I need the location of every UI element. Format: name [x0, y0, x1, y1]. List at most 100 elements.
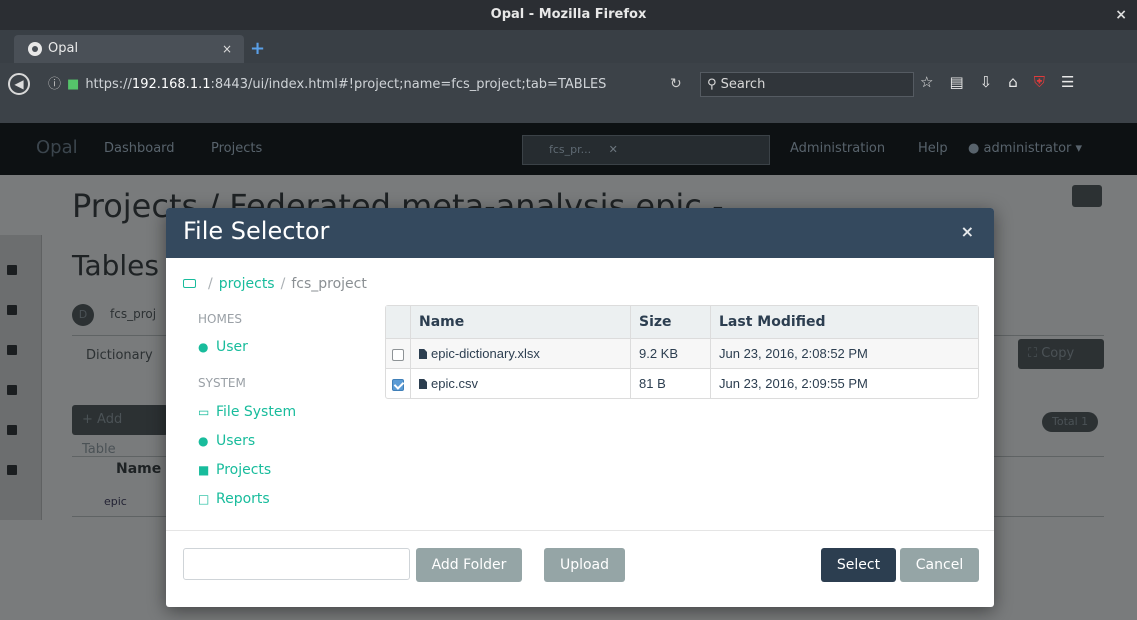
download-icon[interactable]: ⇩ [980, 73, 993, 95]
project-sidebar [0, 235, 42, 520]
search-chip-label: fcs_pr... [549, 143, 592, 156]
menu-icon[interactable]: ☰ [1061, 73, 1074, 95]
opal-app-header: Opal Dashboard Projects fcs_pr... ✕ Admi… [0, 123, 1137, 175]
toolbar-icons: ☆ ▤ ⇩ ⌂ ⛨ ☰ [920, 73, 1074, 95]
file-table-header: Name Size Last Modified [386, 306, 978, 338]
window-close-button[interactable]: × [1115, 0, 1127, 30]
name-header: Name [116, 461, 162, 477]
lock-sidebar-icon[interactable] [7, 425, 17, 435]
list-sidebar-icon[interactable] [7, 385, 17, 395]
upload-button[interactable]: Upload [544, 548, 625, 582]
nav-help[interactable]: Help [918, 141, 948, 156]
browser-navbar: ◀ ⓘ ■ https://192.168.1.1:8443/ui/index.ht… [0, 63, 1137, 123]
home-icon[interactable]: ⌂ [1008, 73, 1018, 95]
tab-close-button[interactable]: × [222, 35, 232, 63]
nav-projects[interactable]: Projects [211, 141, 262, 156]
nav-user-label: administrator [983, 141, 1072, 156]
homes-item-user[interactable]: ● User [198, 339, 248, 355]
opal-brand[interactable]: Opal [36, 137, 78, 158]
fullscreen-icon[interactable] [1072, 185, 1102, 207]
nav-administration[interactable]: Administration [790, 141, 885, 156]
system-item-label: Users [216, 433, 256, 449]
back-arrow-icon[interactable]: ◀ [8, 73, 30, 95]
table-row[interactable]: epic-dictionary.xlsx 9.2 KB Jun 23, 2016… [386, 338, 978, 368]
file-table: Name Size Last Modified epic-dictionary.… [385, 305, 979, 399]
system-item-users[interactable]: ● Users [198, 433, 255, 449]
table-row-epic[interactable]: epic [104, 495, 127, 508]
system-item-projects[interactable]: ■ Projects [198, 462, 271, 478]
row-checkbox-cell[interactable] [386, 368, 411, 398]
tables-title: Tables [72, 249, 159, 282]
file-sidebar-icon[interactable] [7, 345, 17, 355]
window-titlebar: Opal - Mozilla Firefox × [0, 0, 1137, 30]
breadcrumb-separator: / [208, 276, 213, 292]
system-section-label: SYSTEM [198, 376, 246, 390]
star-icon[interactable]: ☆ [920, 73, 933, 95]
nav-dashboard[interactable]: Dashboard [104, 141, 175, 156]
reading-list-icon[interactable]: ▤ [949, 73, 963, 95]
add-table-label: Add Table [82, 412, 123, 457]
url-prefix: https:// [85, 77, 132, 92]
browser-tab[interactable]: Opal × [14, 35, 244, 63]
project-name[interactable]: fcs_proj [110, 307, 156, 321]
window-title: Opal - Mozilla Firefox [490, 7, 647, 22]
system-item-label: Reports [216, 491, 270, 507]
folder-name-input[interactable] [183, 548, 410, 580]
gear-sidebar-icon[interactable] [7, 465, 17, 475]
file-icon [419, 379, 427, 389]
dictionary-tab[interactable]: Dictionary [86, 348, 153, 363]
add-table-button[interactable]: + Add Table [72, 405, 168, 457]
tables-sidebar-icon[interactable] [7, 265, 17, 275]
search-placeholder: Search [720, 77, 766, 92]
new-tab-button[interactable]: + [250, 35, 265, 63]
breadcrumb-current: fcs_project [291, 276, 367, 292]
nav-user-menu[interactable]: ● administrator ▾ [968, 141, 1082, 156]
modal-close-button[interactable]: × [961, 222, 974, 241]
tab-strip: Opal × + [0, 30, 1137, 63]
opal-favicon-icon [28, 42, 42, 56]
file-size-cell: 9.2 KB [631, 338, 711, 368]
url-path: :8443/ui/index.html#!project;name=fcs_pr… [210, 77, 607, 92]
url-bar[interactable]: ⓘ ■ https://192.168.1.1:8443/ui/index.html… [34, 74, 694, 95]
modal-header: File Selector × [166, 208, 994, 258]
app-search-chip[interactable]: fcs_pr... ✕ [522, 135, 770, 165]
info-icon: ⓘ [48, 77, 62, 92]
modal-title: File Selector [183, 217, 330, 245]
breadcrumb: / projects / fcs_project [183, 276, 367, 292]
column-header-size[interactable]: Size [631, 306, 711, 338]
file-selector-modal: File Selector × / projects / fcs_project HO… [166, 208, 994, 607]
browser-tab-title: Opal [48, 41, 79, 56]
total-badge: Total 1 [1042, 412, 1099, 432]
column-header-last-modified[interactable]: Last Modified [711, 306, 978, 338]
browser-search-input[interactable]: ⚲ Search [700, 72, 914, 97]
column-header-name[interactable]: Name [411, 306, 631, 338]
system-item-label: Projects [216, 462, 272, 478]
reload-icon[interactable]: ↻ [670, 74, 682, 95]
system-item-reports[interactable]: □ Reports [198, 491, 270, 507]
modal-footer: Add Folder Upload Select Cancel [166, 530, 994, 607]
users-icon: ● [198, 434, 209, 448]
select-button[interactable]: Select [821, 548, 896, 582]
row-checkbox-cell[interactable] [386, 338, 411, 368]
file-size-cell: 81 B [631, 368, 711, 398]
folder-sidebar-icon[interactable] [7, 305, 17, 315]
ublock-icon[interactable]: ⛨ [1034, 73, 1045, 95]
file-name-cell[interactable]: epic-dictionary.xlsx [411, 338, 631, 368]
file-name: epic-dictionary.xlsx [431, 346, 540, 361]
row-checkbox[interactable] [392, 348, 404, 361]
lock-icon: ■ [67, 77, 80, 92]
hdd-icon[interactable] [183, 279, 196, 288]
homes-section-label: HOMES [198, 312, 243, 326]
homes-item-label: User [216, 339, 248, 355]
copy-button[interactable]: ⛶ Copy [1018, 339, 1104, 369]
file-name-cell[interactable]: epic.csv [411, 368, 631, 398]
hdd-icon: ▭ [198, 405, 210, 419]
add-folder-button[interactable]: Add Folder [416, 548, 522, 582]
cancel-button[interactable]: Cancel [900, 548, 979, 582]
system-item-file-system[interactable]: ▭ File System [198, 404, 296, 420]
breadcrumb-projects[interactable]: projects [219, 276, 275, 292]
table-row[interactable]: epic.csv 81 B Jun 23, 2016, 2:09:55 PM [386, 368, 978, 398]
row-checkbox-checked[interactable] [392, 378, 404, 391]
chip-remove-icon[interactable]: ✕ [609, 143, 618, 156]
file-name: epic.csv [431, 376, 478, 391]
